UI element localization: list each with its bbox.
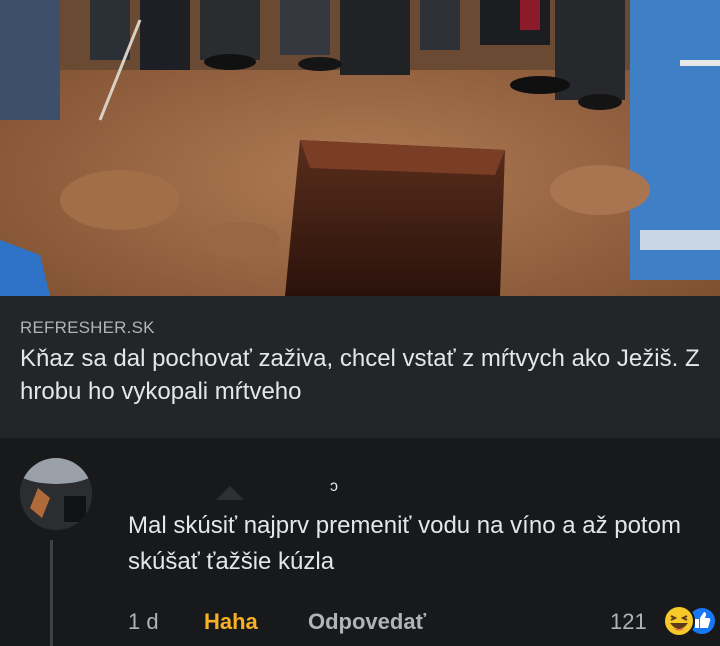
thread-line bbox=[50, 540, 53, 646]
comment-text: Mal skúsiť najprv premeniť vodu na víno … bbox=[128, 512, 681, 575]
reaction-icons[interactable] bbox=[662, 604, 720, 638]
reaction-button[interactable]: Haha bbox=[204, 609, 258, 635]
faint-triangle-mark bbox=[216, 486, 244, 500]
comment-time[interactable]: 1 d bbox=[128, 609, 159, 635]
haha-emoji-icon bbox=[663, 605, 695, 637]
reply-button[interactable]: Odpovedať bbox=[308, 609, 426, 635]
link-title[interactable]: Kňaz sa dal pochovať zaživa, chcel vstať… bbox=[20, 342, 700, 408]
preview-image[interactable] bbox=[0, 0, 720, 296]
reaction-count[interactable]: 121 bbox=[610, 609, 647, 635]
link-domain: REFRESHER.SK bbox=[20, 318, 155, 337]
small-glyph: ɔ bbox=[330, 478, 338, 495]
commenter-avatar[interactable] bbox=[20, 458, 92, 530]
